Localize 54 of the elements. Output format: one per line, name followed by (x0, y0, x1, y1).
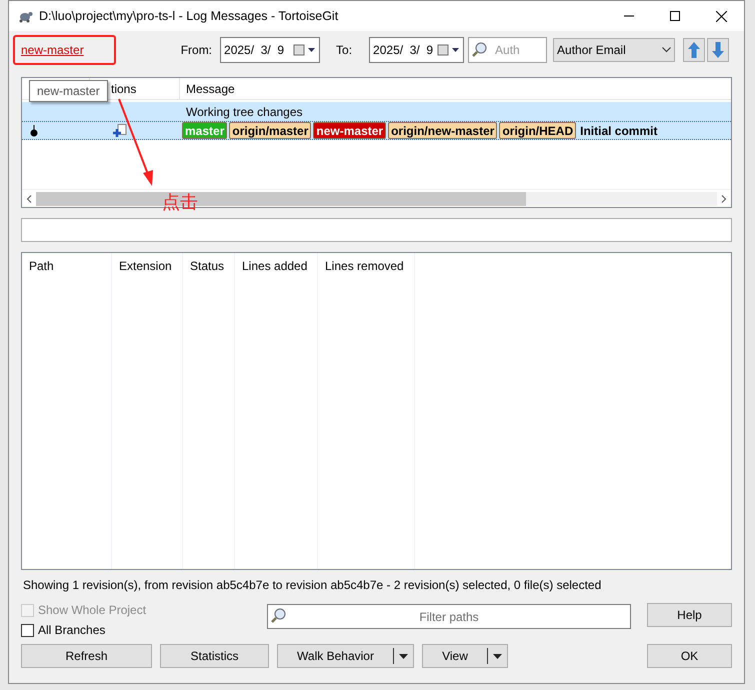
window-title: D:\luo\project\my\pro-ts-l - Log Messages - TortoiseGit (39, 8, 338, 25)
annotation-text: 点击 (162, 191, 198, 214)
checkbox-label: Show Whole Project (38, 602, 146, 619)
column-header[interactable]: Lines removed (318, 253, 414, 279)
log-row[interactable]: master origin/master new-master origin/new-master origin/HEAD Initial commit (22, 121, 731, 140)
split-button[interactable]: Walk Behavior (277, 644, 414, 668)
log-row[interactable]: Working tree changes (22, 102, 731, 121)
split-button[interactable]: View (422, 644, 508, 668)
branch-label: origin/new-master (388, 122, 498, 139)
filter-dropdown[interactable]: Author Email (553, 38, 676, 62)
up-arrow-button[interactable] (683, 38, 706, 62)
column-header[interactable]: Lines added (235, 253, 317, 279)
up-arrow-icon (688, 42, 700, 58)
calendar-icon (293, 44, 318, 56)
tooltip: new-master (29, 80, 108, 102)
scroll-right-icon[interactable] (721, 194, 727, 202)
turtle-icon (17, 9, 33, 23)
search-icon (270, 607, 288, 625)
caret-icon (399, 654, 408, 658)
down-arrow-icon (712, 42, 724, 58)
checkbox-label: All Branches (38, 622, 106, 639)
commit-message: Initial commit (579, 122, 658, 140)
from-date-picker[interactable]: 2025/ 3/ 9 (220, 37, 320, 63)
ok-button[interactable]: OK (647, 644, 732, 668)
branch-label: new-master (313, 122, 386, 139)
column-header[interactable]: Status (183, 253, 234, 279)
caret-icon (493, 654, 502, 658)
action-button[interactable]: Statistics (160, 644, 269, 668)
status-text: Showing 1 revision(s), from revision ab5c4b7e to revision ab5c4b7e - 2 revision(s) selected, 0 file(s) selected (23, 577, 602, 594)
down-arrow-button[interactable] (707, 38, 730, 62)
action-button[interactable]: Refresh (21, 644, 152, 668)
column-header[interactable]: Message (180, 78, 731, 99)
column-header[interactable]: Path (22, 253, 111, 279)
from-label: From: (180, 42, 212, 59)
to-date-picker[interactable]: 2025/ 3/ 9 (369, 37, 464, 63)
maximize-icon (670, 11, 680, 21)
search-icon (471, 41, 490, 59)
column-header[interactable]: Extension (112, 253, 182, 279)
to-label: To: (336, 42, 352, 59)
help-button[interactable]: Help (647, 603, 732, 627)
added-file-icon (112, 124, 128, 138)
calendar-icon (437, 44, 462, 56)
search-field[interactable]: Auth (468, 37, 548, 63)
graph-node-icon (30, 124, 38, 136)
branch-label: master (182, 122, 228, 139)
branch-label: origin/master (229, 122, 312, 139)
filter-paths-field[interactable]: Filter paths (267, 604, 631, 629)
scroll-left-icon[interactable] (26, 194, 32, 202)
branch-label: origin/HEAD (499, 122, 576, 139)
commit-message: Working tree changes (185, 104, 303, 120)
chevron-down-icon (662, 47, 672, 53)
branch-link[interactable]: new-master (21, 41, 84, 59)
close-icon (716, 10, 726, 22)
checkbox[interactable] (21, 624, 34, 636)
